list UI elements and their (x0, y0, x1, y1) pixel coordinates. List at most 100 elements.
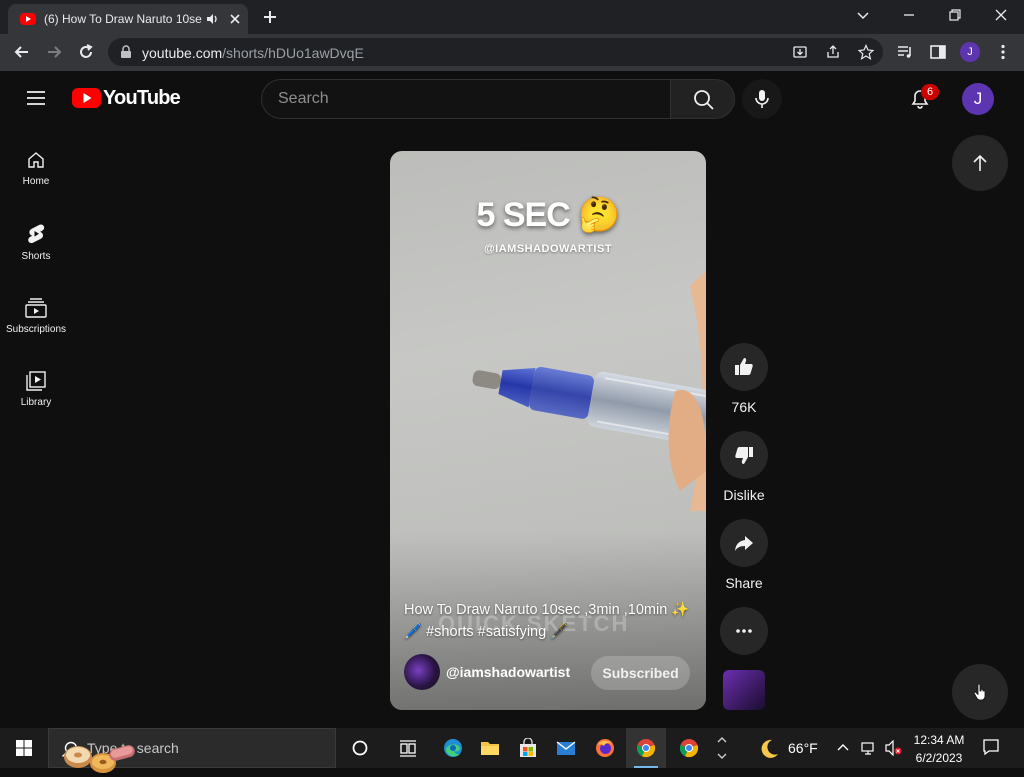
share-page-icon[interactable] (825, 44, 841, 60)
voice-search-button[interactable] (742, 79, 782, 119)
thumbs-down-icon (735, 447, 753, 464)
sidebar-item-shorts[interactable]: Shorts (0, 223, 72, 262)
sidebar-item-label: Shorts (21, 251, 51, 262)
window-close-icon[interactable] (994, 8, 1008, 22)
dislike-label: Dislike (723, 487, 765, 503)
action-center-button[interactable] (972, 728, 1012, 768)
back-icon[interactable] (13, 43, 31, 61)
address-bar[interactable]: youtube.com/shorts/hDUo1awDvqE (108, 38, 883, 66)
store-taskbar-button[interactable] (508, 728, 548, 768)
tab-audio-icon[interactable] (205, 12, 219, 26)
media-controls-icon[interactable] (896, 43, 914, 61)
store-bag-icon (520, 738, 536, 757)
mail-taskbar-button[interactable] (546, 728, 586, 768)
install-app-icon[interactable] (792, 44, 808, 60)
new-tab-icon[interactable] (262, 9, 278, 25)
search-button[interactable] (670, 79, 735, 119)
chrome-taskbar-button-active[interactable] (626, 728, 666, 768)
sidebar-item-subscriptions[interactable]: Subscriptions (0, 298, 72, 335)
chrome-taskbar-button[interactable] (669, 728, 709, 768)
tab-search-chevron-icon[interactable] (856, 8, 870, 22)
more-horizontal-icon (736, 629, 752, 633)
start-button[interactable] (4, 728, 44, 768)
microphone-icon (755, 90, 769, 108)
bookmark-star-icon[interactable] (858, 44, 874, 60)
cortana-circle-icon (352, 740, 368, 756)
channel-name[interactable]: @iamshadowartist (446, 664, 570, 680)
browser-tab[interactable]: (6) How To Draw Naruto 10sec ,3min ,10mi… (8, 4, 248, 34)
account-avatar[interactable]: J (962, 83, 994, 115)
channel-avatar[interactable] (404, 654, 440, 690)
shorts-video-player[interactable]: 5 SEC 🤔 @IAMSHADOWARTIST QUICK SKETCH Ho… (390, 151, 706, 710)
windows-logo-icon (16, 740, 32, 756)
network-status-button[interactable] (855, 728, 883, 768)
chrome-icon (636, 739, 656, 758)
mail-icon (556, 741, 576, 755)
weather-temperature[interactable]: 66°F (788, 740, 818, 756)
cortana-button[interactable] (340, 728, 380, 768)
browser-profile-avatar[interactable]: J (960, 42, 980, 62)
share-circle[interactable] (720, 519, 768, 567)
search-input[interactable] (278, 90, 648, 108)
file-explorer-taskbar-button[interactable] (470, 728, 510, 768)
sidebar-item-label: Home (22, 176, 50, 187)
firefox-taskbar-button[interactable] (585, 728, 625, 768)
previous-short-button[interactable] (952, 135, 1008, 191)
arrow-up-icon (973, 154, 987, 171)
browser-toolbar: youtube.com/shorts/hDUo1awDvqE J (0, 34, 1024, 71)
windows-taskbar (0, 728, 1024, 773)
folder-icon (481, 742, 499, 755)
network-icon (861, 742, 874, 755)
home-icon (28, 152, 44, 168)
youtube-logo-text[interactable]: YouTube (103, 87, 181, 110)
lock-icon[interactable] (120, 45, 132, 59)
like-count: 76K (731, 399, 757, 415)
notification-count-badge: 6 (921, 84, 939, 100)
browser-menu-icon[interactable] (994, 43, 1012, 61)
task-view-icon (400, 740, 416, 757)
subscribed-button[interactable]: Subscribed (591, 656, 690, 690)
hamburger-menu-icon[interactable] (26, 88, 46, 108)
shorts-icon (28, 224, 45, 244)
weather-widget[interactable] (748, 728, 788, 768)
url-path: /shorts/hDUo1awDvqE (222, 45, 364, 61)
dislike-button[interactable]: Dislike (720, 431, 768, 503)
video-overlay-title: 5 SEC 🤔 (476, 196, 620, 234)
forward-icon[interactable] (45, 43, 63, 61)
tab-title: (6) How To Draw Naruto 10sec ,3min ,10mi… (44, 12, 202, 26)
up-down-arrows-icon (717, 737, 727, 759)
restore-icon[interactable] (948, 8, 962, 22)
thumbs-up-icon (735, 358, 753, 375)
like-circle[interactable] (720, 343, 768, 391)
share-button[interactable]: Share (720, 519, 768, 591)
url-text: youtube.com/shorts/hDUo1awDvqE (142, 45, 364, 61)
taskbar-search-box[interactable] (48, 728, 336, 773)
like-button[interactable]: 76K (720, 343, 768, 415)
chrome-icon (679, 739, 699, 758)
sidebar-item-library[interactable]: Library (0, 371, 72, 408)
sidebar-item-label: Subscriptions (5, 324, 67, 335)
search-box[interactable] (261, 79, 671, 119)
sound-thumbnail[interactable] (723, 670, 765, 710)
video-overlay-handle: @IAMSHADOWARTIST (483, 243, 613, 255)
sidebar-item-home[interactable]: Home (0, 150, 72, 187)
taskbar-clock[interactable]: 12:34 AM 6/2/2023 (900, 731, 978, 767)
youtube-logo-icon[interactable] (72, 87, 101, 109)
taskbar-scroll-control[interactable] (708, 728, 736, 768)
tab-close-icon[interactable] (228, 12, 242, 26)
sidebar-item-label: Library (20, 397, 52, 408)
share-label: Share (725, 575, 763, 591)
more-circle[interactable] (720, 607, 768, 655)
more-actions-button[interactable] (720, 607, 768, 655)
next-short-button[interactable] (952, 664, 1008, 720)
dislike-circle[interactable] (720, 431, 768, 479)
pen-in-hand-image (472, 271, 706, 511)
show-hidden-icons-button[interactable] (829, 728, 857, 768)
browser-tab-strip: (6) How To Draw Naruto 10sec ,3min ,10mi… (0, 0, 1024, 34)
side-panel-icon[interactable] (929, 43, 947, 61)
task-view-button[interactable] (388, 728, 428, 768)
minimize-icon[interactable] (902, 8, 916, 22)
video-title[interactable]: How To Draw Naruto 10sec ,3min ,10min ✨🖊… (404, 599, 694, 643)
edge-taskbar-button[interactable] (433, 728, 473, 768)
reload-icon[interactable] (77, 43, 95, 61)
